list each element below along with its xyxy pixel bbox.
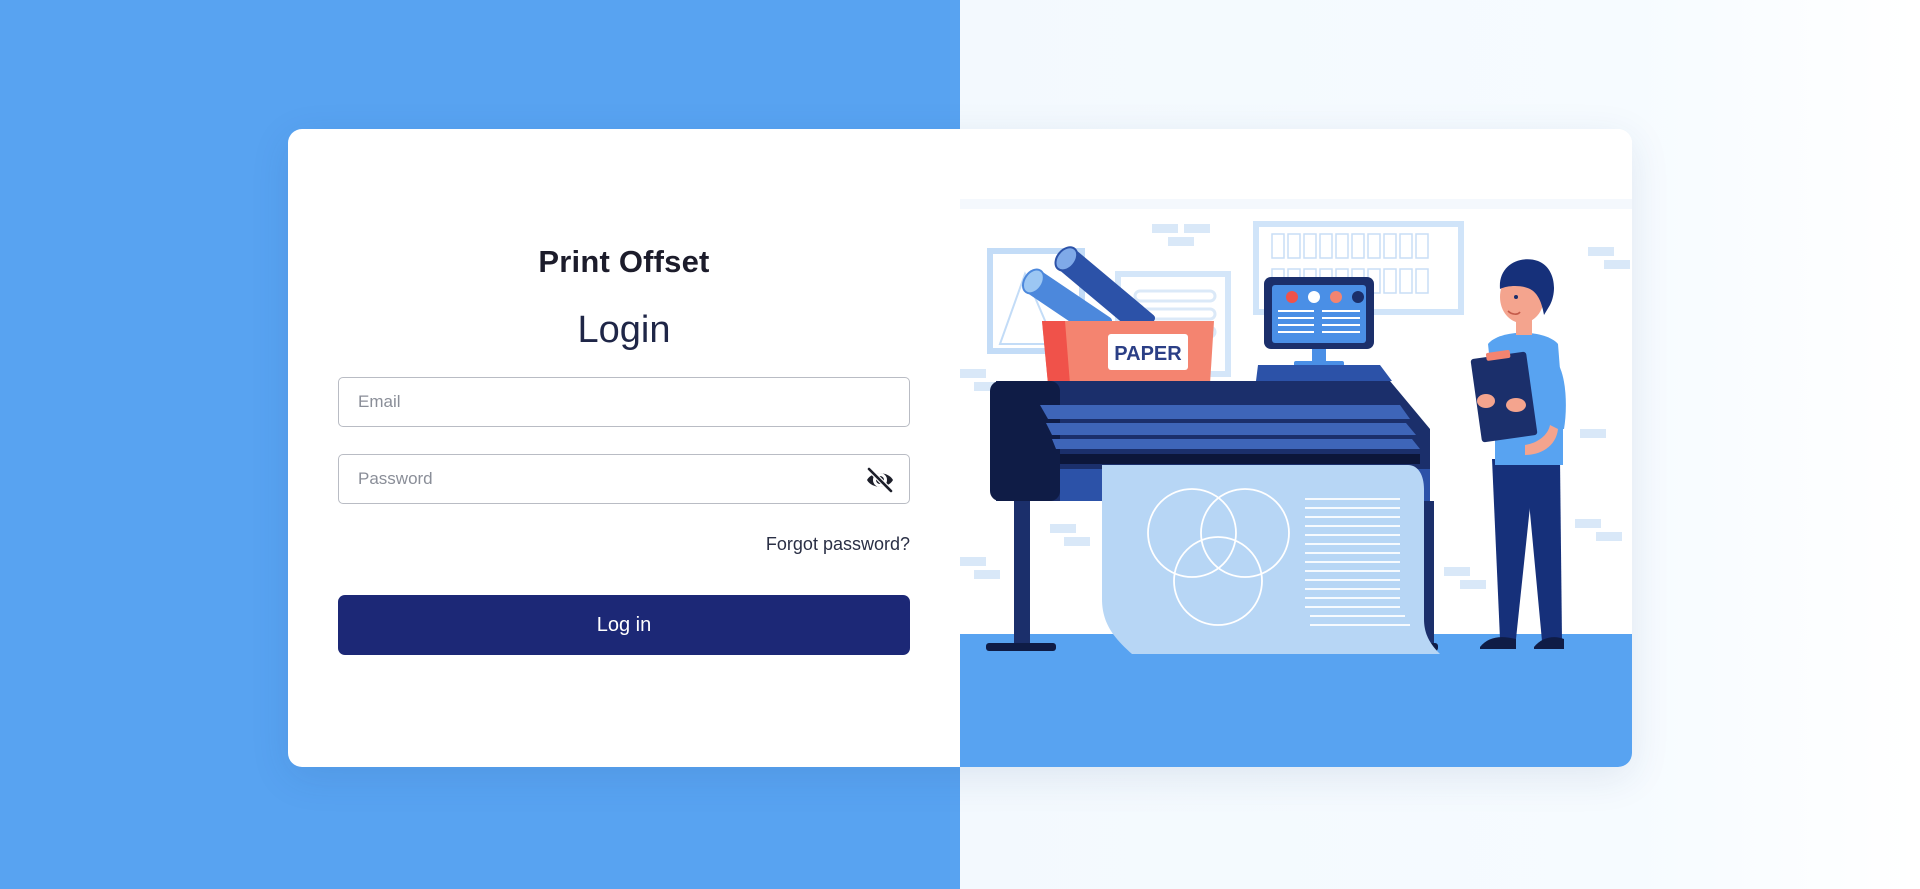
eye-slash-icon[interactable] <box>865 466 895 494</box>
email-field-wrapper <box>338 377 910 427</box>
printer-illustration: PAPER <box>960 129 1632 767</box>
password-field-wrapper <box>338 454 910 504</box>
login-button[interactable]: Log in <box>338 595 910 655</box>
email-input[interactable] <box>339 378 909 426</box>
forgot-password-link[interactable]: Forgot password? <box>766 534 910 555</box>
login-panel: Print Offset Login Forgot password? Log … <box>288 129 960 767</box>
illustration-panel: PAPER <box>960 129 1632 767</box>
page-title: Login <box>577 309 671 351</box>
login-card: Print Offset Login Forgot password? Log … <box>288 129 1632 767</box>
password-input[interactable] <box>339 455 909 503</box>
paper-label: PAPER <box>1114 343 1182 365</box>
brand-name: Print Offset <box>538 244 710 279</box>
